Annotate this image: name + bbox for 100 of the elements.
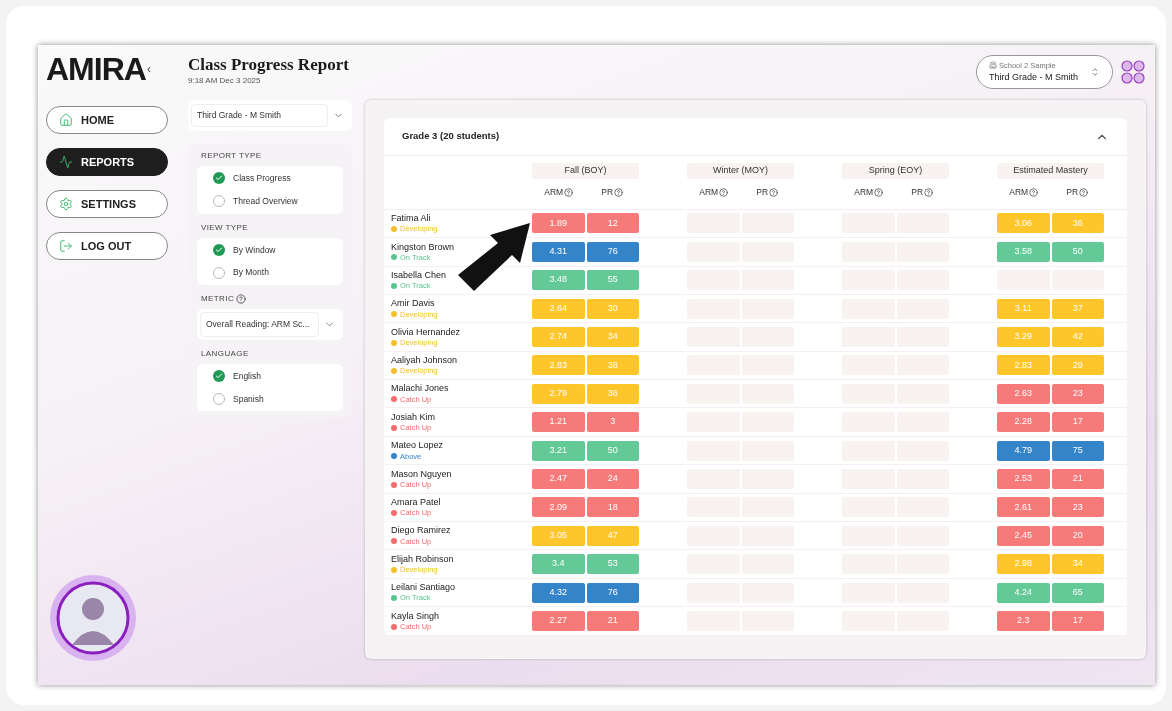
option-label: English [233,369,261,383]
help-icon[interactable] [874,187,884,197]
pr-score-cell: 76 [586,582,639,603]
period-header: Spring (EOY) [842,163,949,179]
column-header: PR [756,186,769,199]
pr-score-cell: 50 [586,440,639,461]
arm-score-cell: 2.61 [997,497,1050,518]
arm-score-cell: 2.47 [532,468,585,489]
arm-score-cell: 4.79 [997,440,1050,461]
radio-checked[interactable] [213,370,225,383]
help-icon[interactable] [236,294,247,304]
logout-icon [59,239,73,253]
student-name: Leilani Santiago [391,582,457,594]
student-name: Mason Nguyen [391,468,453,480]
filter-heading: LANGUAGE [200,347,249,360]
filter-heading: METRIC [200,293,235,305]
column-header: PR [911,186,924,199]
nav-button[interactable]: LOG OUT [46,232,168,260]
radio-unchecked[interactable] [213,266,225,279]
pr-score-cell: 17 [1051,610,1104,631]
student-name: Fatima Ali [391,213,432,225]
arm-score-cell: 3.58 [997,241,1050,262]
column-header: ARM [699,186,719,199]
apps-icon[interactable] [1121,60,1145,84]
option-label: By Window [233,243,276,257]
student-name: Malachi Jones [391,383,450,395]
help-icon[interactable] [564,187,574,197]
pr-score-cell: 65 [1051,582,1104,603]
pr-score-cell: 23 [1051,497,1104,518]
check-icon [215,372,223,381]
arm-score-cell: 2.53 [997,468,1050,489]
radio-unchecked[interactable] [213,195,225,208]
pr-score-cell: 20 [1051,525,1104,546]
student-name: Amara Patel [391,497,442,509]
pr-score-cell: 17 [1051,412,1104,433]
arm-score-cell: 3.48 [532,270,585,291]
pr-score-cell: 34 [586,327,639,347]
student-name: Olivia Hernandez [391,326,462,338]
pr-score-cell: 21 [586,610,639,631]
nav-button[interactable]: SETTINGS [46,190,168,218]
column-header: PR [1066,186,1079,199]
arm-score-cell: 2.64 [532,298,585,319]
column-header: ARM [1009,186,1029,199]
pr-score-cell: 12 [586,213,639,234]
pr-score-cell: 3 [586,412,639,433]
pr-score-cell: 34 [1051,554,1104,575]
pr-score-cell: 24 [586,468,639,489]
arm-score-cell: 4.24 [997,582,1050,603]
radio-checked[interactable] [213,172,225,185]
pr-score-cell: 36 [1051,213,1104,234]
help-icon[interactable] [1079,187,1089,197]
help-icon[interactable] [924,187,934,197]
column-header: ARM [544,186,564,199]
arm-score-cell: 2.79 [532,383,585,404]
pr-score-cell: 30 [586,298,639,319]
arm-score-cell: 2.27 [532,610,585,631]
arm-score-cell: 2.98 [997,554,1050,575]
home-icon [59,113,73,127]
pr-score-cell: 42 [1051,327,1104,347]
report-title: Grade 3 (20 students) [402,129,500,144]
collapse-button[interactable]: ‹ [146,63,151,75]
arm-score-cell: 2.63 [997,383,1050,404]
arm-score-cell: 2.74 [532,327,585,347]
arm-score-cell: 1.21 [532,412,585,433]
student-name: Mateo Lopez [391,440,445,452]
pr-score-cell: 29 [1051,355,1104,376]
arm-score-cell: 3.4 [532,554,585,575]
class-select-value: Third Grade - M Smith [191,104,328,127]
radio-checked[interactable] [213,243,225,256]
help-icon[interactable] [1029,187,1039,197]
arm-score-cell: 3.29 [997,327,1050,347]
pr-score-cell: 76 [586,241,639,262]
student-name: Isabella Chen [391,269,448,282]
arm-score-cell: 2.3 [997,610,1050,631]
arm-score-cell: 2.45 [997,525,1050,546]
help-icon[interactable] [719,187,729,197]
option-label: By Month [233,266,269,279]
student-name: Amir Davis [391,298,436,310]
check-icon [215,174,223,183]
student-name: Kingston Brown [391,241,456,253]
arm-score-cell: 4.31 [532,241,585,262]
arm-score-cell: 3.21 [532,440,585,461]
nav-button[interactable]: HOME [46,106,168,134]
chevron-updown-icon [1090,67,1100,77]
arm-score-cell: 3.11 [997,298,1050,319]
school-icon [989,61,997,70]
nav-button[interactable]: REPORTS [46,148,168,176]
help-icon[interactable] [614,187,624,197]
timestamp: 9:18 AM Dec 3 2025 [188,75,262,88]
help-icon[interactable] [769,187,779,197]
arm-score-cell: 2.09 [532,497,585,518]
logo: AMIRA [46,53,146,85]
arm-score-cell: 1.89 [532,213,585,234]
page-title: Class Progress Report [188,54,349,76]
class-name: Third Grade - M Smith [989,70,1079,84]
metric-select[interactable]: Overall Reading: ARM Sc... [197,309,343,340]
radio-unchecked[interactable] [213,392,225,405]
class-select[interactable]: Third Grade - M Smith [188,100,352,131]
pr-score-cell: 18 [586,497,639,518]
student-name: Elijah Robinson [391,553,455,566]
